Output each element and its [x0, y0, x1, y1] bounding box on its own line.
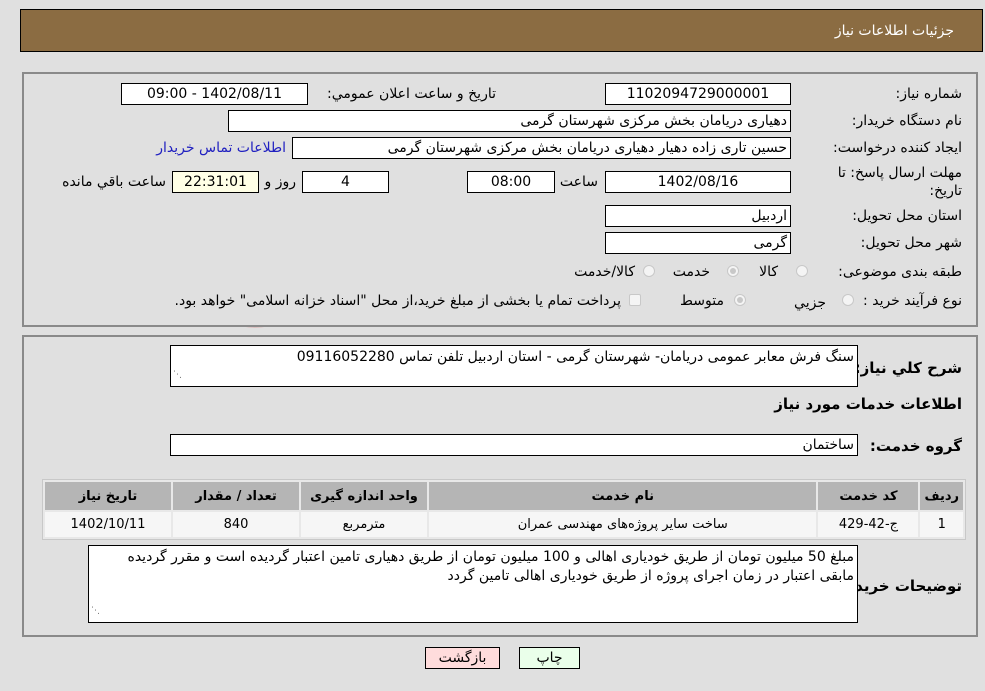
need-details-panel: شماره نياز: 1102094729000001 تاريخ و ساع…: [22, 72, 978, 327]
treasury-checkbox[interactable]: [629, 294, 641, 306]
cell-row-number: 1: [920, 512, 963, 537]
category-radio-goods[interactable]: [796, 265, 808, 277]
category-option-goods: کالا: [759, 264, 778, 280]
city-field: گرمی: [605, 232, 791, 254]
purchase-radio-minor[interactable]: [842, 294, 854, 306]
purchase-option-minor: جزيي: [794, 295, 826, 311]
category-radio-goods-service[interactable]: [643, 265, 655, 277]
deadline-date-field: 1402/08/16: [605, 171, 791, 193]
need-number-label: شماره نياز:: [895, 86, 963, 102]
service-group-field: ساختمان: [170, 434, 858, 456]
print-button[interactable]: چاپ: [519, 647, 580, 669]
col-quantity: تعداد / مقدار: [173, 482, 299, 510]
buyer-org-field: دهیاری دریامان بخش مرکزی شهرستان گرمی: [228, 110, 791, 132]
col-need-date: تاريخ نياز: [45, 482, 171, 510]
deadline-label: مهلت ارسال پاسخ: تا تاريخ:: [837, 165, 962, 199]
purchase-type-label: نوع فرآيند خريد :: [863, 293, 962, 309]
buyer-notes-text: مبلغ 50 میلیون تومان از طریق خودیاری اها…: [127, 549, 855, 584]
col-unit: واحد اندازه گيری: [301, 482, 427, 510]
category-option-goods-service: کالا/خدمت: [574, 264, 635, 280]
service-group-label: گروه خدمت:: [869, 437, 962, 455]
services-table: رديف کد خدمت نام خدمت واحد اندازه گيری ت…: [42, 479, 966, 540]
table-row: 1 ج-42-429 ساخت سایر پروژه‌های مهندسی عم…: [45, 512, 963, 537]
buyer-contact-link[interactable]: اطلاعات تماس خريدار: [156, 140, 286, 156]
services-heading: اطلاعات خدمات مورد نياز: [774, 395, 962, 413]
days-remaining-field: 4: [302, 171, 389, 193]
cell-quantity: 840: [173, 512, 299, 537]
requester-field: حسین تاری زاده دهیار دهیاری دریامان بخش …: [292, 137, 791, 159]
page-title: جزئيات اطلاعات نياز: [834, 23, 954, 39]
need-number-field: 1102094729000001: [605, 83, 791, 105]
buyer-notes-textarea[interactable]: مبلغ 50 میلیون تومان از طریق خودیاری اها…: [88, 545, 858, 623]
requester-label: ايجاد کننده درخواست:: [833, 140, 962, 156]
announce-datetime-field: 1402/08/11 - 09:00: [121, 83, 308, 105]
category-radio-service[interactable]: [727, 265, 739, 277]
resize-grip-icon[interactable]: ⋱: [91, 602, 100, 621]
col-service-name: نام خدمت: [429, 482, 817, 510]
col-service-code: کد خدمت: [818, 482, 919, 510]
category-option-service: خدمت: [672, 264, 710, 280]
category-label: طبقه بندی موضوعی:: [838, 264, 962, 280]
province-label: استان محل تحويل:: [852, 208, 962, 224]
description-text: سنگ فرش معابر عمومی دریامان- شهرستان گرم…: [296, 349, 854, 365]
cell-unit: مترمربع: [301, 512, 427, 537]
announce-label: تاريخ و ساعت اعلان عمومي:: [327, 86, 496, 102]
col-row-number: رديف: [920, 482, 963, 510]
deadline-time-field: 08:00: [467, 171, 555, 193]
page-header: جزئيات اطلاعات نياز: [20, 9, 983, 52]
province-field: اردبیل: [605, 205, 791, 227]
table-header-row: رديف کد خدمت نام خدمت واحد اندازه گيری ت…: [45, 482, 963, 510]
remaining-time-field: 22:31:01: [172, 171, 259, 193]
back-button[interactable]: بازگشت: [425, 647, 500, 669]
cell-service-name: ساخت سایر پروژه‌های مهندسی عمران: [429, 512, 817, 537]
need-summary-panel: شرح كلي نياز: سنگ فرش معابر عمومی دریاما…: [22, 335, 978, 637]
deadline-time-label: ساعت: [559, 174, 598, 190]
days-label: روز و: [264, 174, 297, 190]
city-label: شهر محل تحويل:: [860, 235, 962, 251]
treasury-note: پرداخت تمام يا بخشی از مبلغ خريد،از محل …: [174, 293, 621, 309]
buyer-org-label: نام دستگاه خريدار:: [851, 113, 962, 129]
remaining-time-label: ساعت باقي مانده: [62, 174, 166, 190]
cell-need-date: 1402/10/11: [45, 512, 171, 537]
description-textarea[interactable]: سنگ فرش معابر عمومی دریامان- شهرستان گرم…: [170, 345, 858, 387]
resize-grip-icon[interactable]: ⋱: [173, 366, 182, 385]
cell-service-code: ج-42-429: [818, 512, 919, 537]
description-label: شرح كلي نياز:: [854, 359, 962, 377]
purchase-option-medium: متوسط: [680, 293, 724, 309]
purchase-radio-medium[interactable]: [734, 294, 746, 306]
